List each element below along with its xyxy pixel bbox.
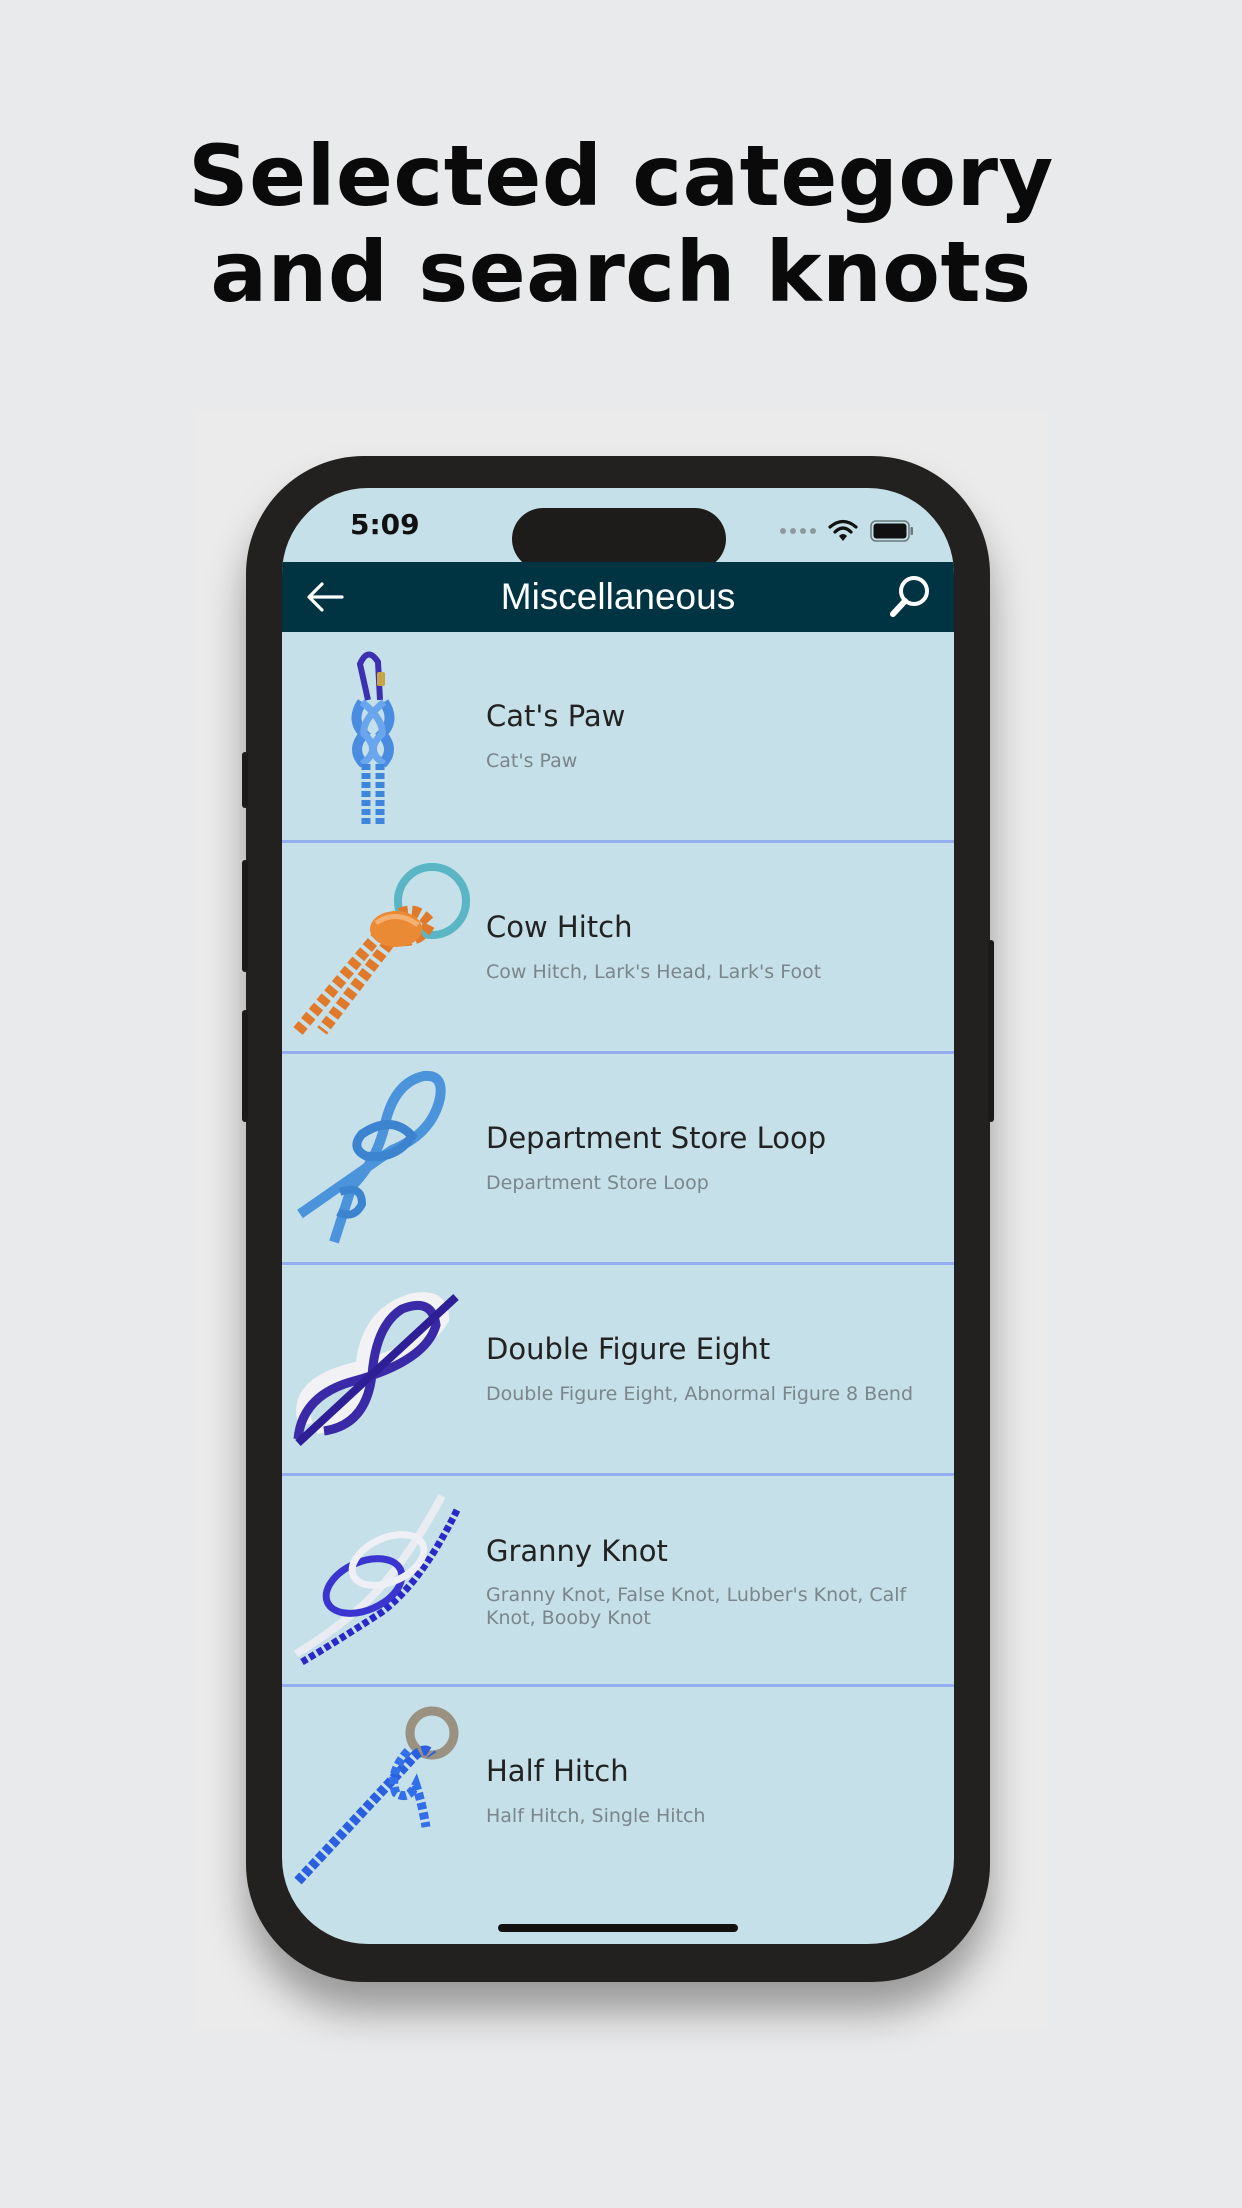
headline-line-1: Selected category: [188, 127, 1054, 225]
department-store-loop-icon: [297, 1070, 446, 1244]
power-button: [988, 940, 994, 1122]
knot-title: Double Figure Eight: [486, 1332, 771, 1366]
knot-title: Half Hitch: [486, 1754, 629, 1788]
volume-up-button: [242, 860, 248, 972]
knot-subtitle: Department Store Loop: [486, 1172, 709, 1194]
status-time: 5:09: [350, 508, 420, 541]
list-item[interactable]: Cow Hitch Cow Hitch, Lark's Head, Lark's…: [282, 843, 954, 1054]
list-item[interactable]: Half Hitch Half Hitch, Single Hitch: [282, 1687, 954, 1895]
knot-subtitle: Double Figure Eight, Abnormal Figure 8 B…: [486, 1383, 914, 1405]
list-item[interactable]: Double Figure Eight Double Figure Eight,…: [282, 1265, 954, 1476]
dynamic-island: [512, 508, 726, 570]
battery-icon: [870, 520, 913, 542]
knot-title: Department Store Loop: [486, 1121, 827, 1155]
knot-subtitle: Granny Knot, False Knot, Lubber's Knot, …: [486, 1584, 907, 1629]
search-icon[interactable]: [886, 572, 934, 620]
knot-subtitle: Cow Hitch, Lark's Head, Lark's Foot: [486, 961, 822, 983]
action-button: [242, 752, 248, 808]
half-hitch-icon: [294, 1706, 459, 1885]
list-item[interactable]: Department Store Loop Department Store L…: [282, 1054, 954, 1265]
nav-title: Miscellaneous: [500, 576, 736, 617]
home-indicator[interactable]: [498, 1924, 738, 1932]
knot-list: Cat's Paw Cat's Paw Cow Hitch Cow Hitch,…: [282, 632, 954, 1895]
back-arrow-icon[interactable]: [302, 574, 350, 620]
cats-paw-knot-icon: [351, 651, 395, 824]
double-figure-eight-icon: [293, 1292, 459, 1446]
list-item[interactable]: Cat's Paw Cat's Paw: [282, 632, 954, 843]
granny-knot-icon: [293, 1494, 462, 1666]
knot-title: Granny Knot: [486, 1534, 668, 1568]
volume-down-button: [242, 1010, 248, 1122]
knot-subtitle: Cat's Paw: [486, 750, 578, 772]
signal-dots-icon: [780, 528, 816, 534]
knot-title: Cow Hitch: [486, 910, 633, 944]
list-item[interactable]: Granny Knot Granny Knot, False Knot, Lub…: [282, 1476, 954, 1687]
knot-title: Cat's Paw: [486, 699, 626, 733]
cow-hitch-knot-icon: [293, 863, 470, 1035]
status-icons: [780, 516, 914, 546]
nav-bar: Miscellaneous: [282, 562, 954, 632]
wifi-icon: [828, 519, 858, 541]
headline-line-2: and search knots: [210, 223, 1032, 321]
promo-headline: Selected category and search knots: [0, 128, 1242, 320]
knot-subtitle: Half Hitch, Single Hitch: [486, 1805, 706, 1827]
phone-screen: 5:09 Miscellaneous Cat's Paw Cat's Paw C…: [282, 488, 954, 1944]
